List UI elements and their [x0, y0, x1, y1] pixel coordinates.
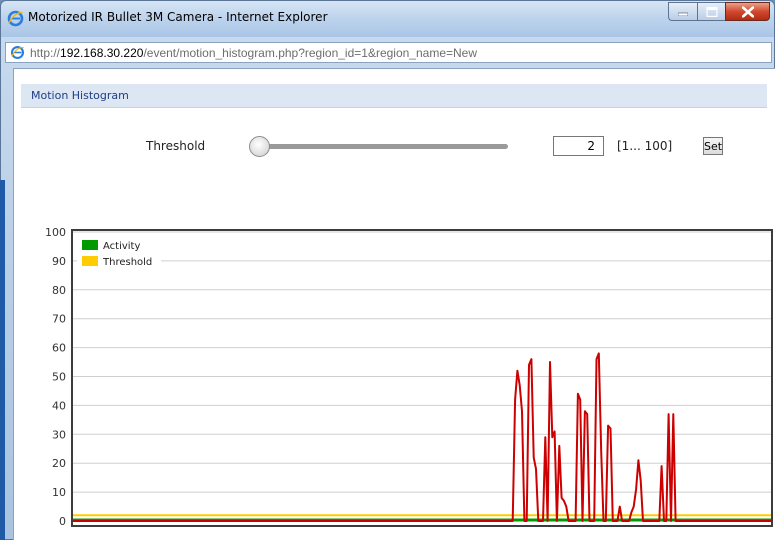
threshold-slider-thumb[interactable] [248, 136, 270, 157]
window-title: Motorized IR Bullet 3M Camera - Internet… [28, 10, 328, 24]
legend-label: Threshold [102, 257, 152, 268]
y-tick-label: 50 [52, 371, 66, 384]
y-tick-label: 100 [45, 226, 66, 239]
motion-histogram-chart: 0 10 20 30 40 50 60 70 80 90 100 Activity Threshold [45, 226, 773, 528]
address-bar[interactable]: http://192.168.30.220/event/motion_histo… [5, 42, 772, 63]
threshold-label: Threshold [146, 139, 206, 153]
ie-icon [7, 10, 24, 27]
y-tick-label: 90 [52, 255, 66, 268]
panel-header: Motion Histogram [21, 84, 767, 108]
url-host: 192.168.30.220 [60, 46, 144, 60]
address-url: http://192.168.30.220/event/motion_histo… [30, 46, 477, 60]
url-path: /event/motion_histogram.php?region_id=1&… [143, 46, 478, 60]
legend: Activity Threshold [77, 236, 161, 272]
threshold-slider-track[interactable] [258, 144, 508, 149]
y-tick-label: 70 [52, 313, 66, 326]
threshold-input[interactable] [553, 136, 604, 156]
close-icon [741, 6, 754, 17]
y-tick-label: 0 [59, 515, 66, 528]
close-button[interactable] [725, 2, 770, 21]
set-button[interactable]: Set [703, 137, 723, 155]
panel-title: Motion Histogram [31, 89, 129, 102]
page-icon [10, 45, 25, 60]
y-tick-label: 30 [52, 428, 66, 441]
y-tick-label: 10 [52, 486, 66, 499]
title-bar[interactable]: Motorized IR Bullet 3M Camera - Internet… [1, 1, 774, 37]
legend-swatch [82, 240, 98, 250]
url-prefix: http:// [30, 46, 61, 60]
window-edge [0, 180, 5, 540]
y-tick-label: 20 [52, 457, 66, 470]
y-tick-label: 40 [52, 399, 66, 412]
legend-label: Activity [103, 241, 140, 252]
y-axis: 0 10 20 30 40 50 60 70 80 90 100 [45, 226, 66, 528]
y-tick-label: 60 [52, 342, 66, 355]
minimize-button[interactable] [668, 2, 697, 21]
legend-swatch [82, 256, 98, 266]
threshold-range-label: [1... 100] [617, 139, 673, 153]
y-tick-label: 80 [52, 284, 66, 297]
minimize-icon [678, 12, 688, 16]
maximize-button[interactable] [697, 2, 725, 21]
maximize-icon [706, 6, 717, 17]
